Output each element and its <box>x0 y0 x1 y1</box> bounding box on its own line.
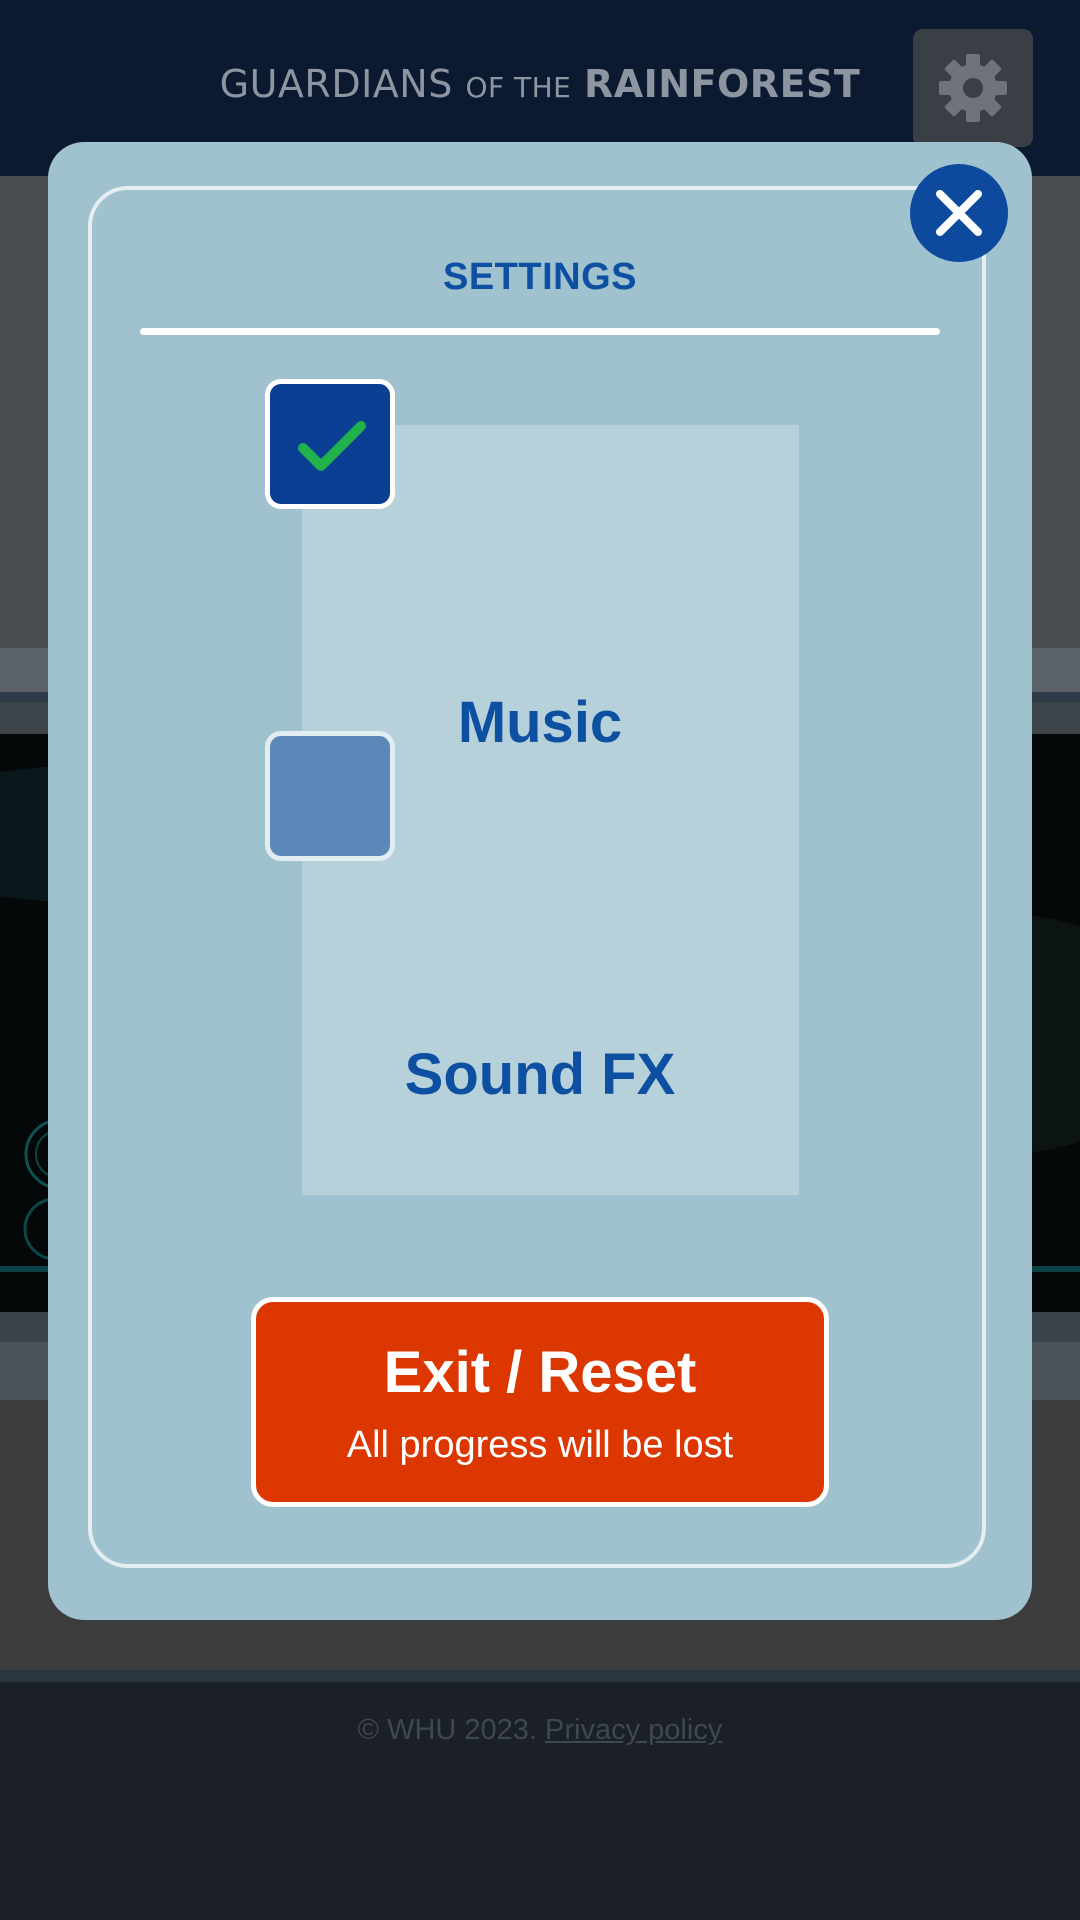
privacy-policy-link[interactable]: Privacy policy <box>545 1714 722 1746</box>
app-title-part1: GUARDIANS <box>219 62 453 106</box>
music-label: Music <box>457 690 623 755</box>
close-button[interactable] <box>910 164 1008 262</box>
copyright-text: © WHU 2023. <box>357 1714 537 1746</box>
modal-title: SETTINGS <box>442 256 638 298</box>
exit-reset-button[interactable]: Exit / Reset All progress will be lost <box>251 1297 829 1507</box>
exit-reset-subtitle: All progress will be lost <box>346 1424 734 1466</box>
settings-modal: SETTINGS Music Sound FX Exit / Reset All… <box>48 142 1032 1620</box>
sound-fx-checkbox[interactable] <box>265 731 395 861</box>
checkmark-icon <box>298 421 366 471</box>
music-checkbox[interactable] <box>265 379 395 509</box>
exit-reset-title: Exit / Reset <box>383 1340 697 1405</box>
settings-button[interactable] <box>913 29 1033 147</box>
app-title-part3: RAINFOREST <box>583 62 861 106</box>
title-divider <box>140 328 940 335</box>
gear-icon <box>939 54 1007 122</box>
divider <box>0 1670 1080 1682</box>
footer-text: © WHU 2023. Privacy policy <box>0 1714 1080 1747</box>
app-title-part2: OF THE <box>465 71 572 104</box>
close-icon <box>936 190 982 236</box>
sound-fx-label: Sound FX <box>404 1042 676 1107</box>
